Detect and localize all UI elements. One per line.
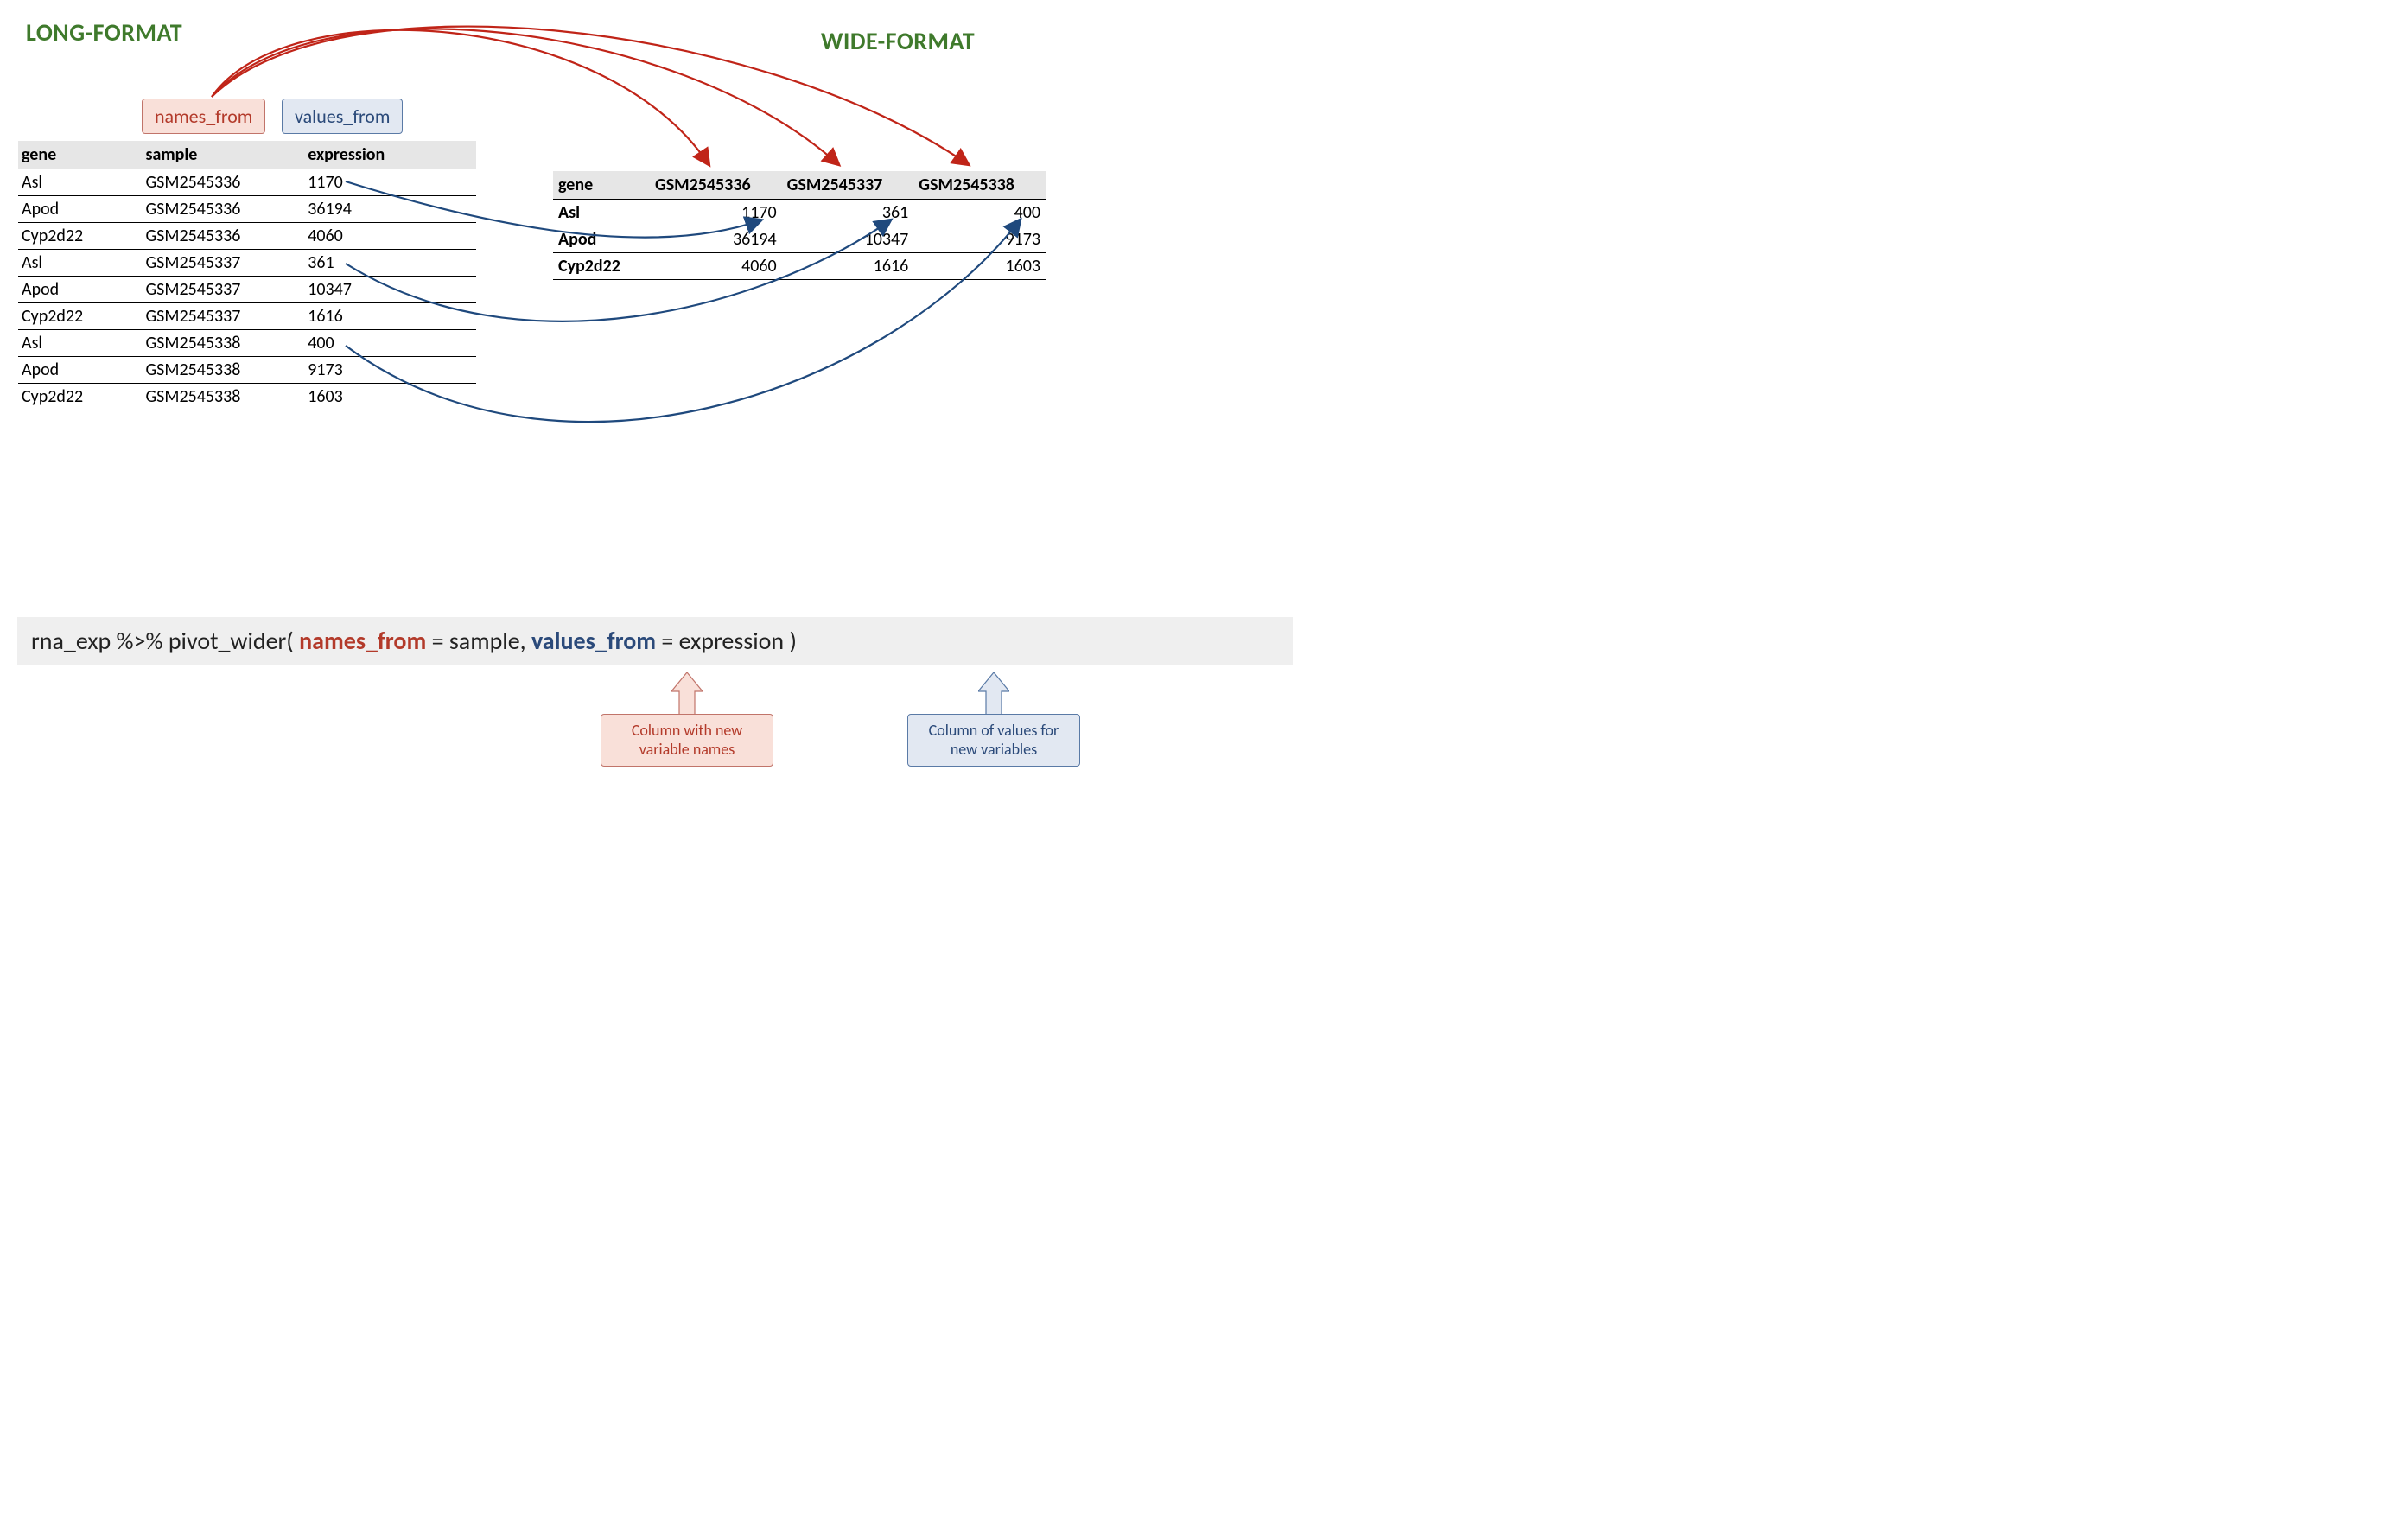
table-row: AslGSM25453361170: [18, 169, 476, 196]
code-bar: rna_exp %>% pivot_wider( names_from = sa…: [17, 617, 1293, 665]
table-row: Apod36194103479173: [553, 226, 1046, 253]
callout-names-from: Column with new variable names: [601, 714, 773, 767]
code-part1: rna_exp %>% pivot_wider(: [31, 626, 299, 656]
callout-values-from: Column of values for new variables: [907, 714, 1080, 767]
long-header-expression: expression: [304, 141, 476, 169]
code-part3: = expression ): [656, 626, 797, 656]
table-row: ApodGSM25453389173: [18, 357, 476, 384]
table-row: ApodGSM254533710347: [18, 277, 476, 303]
up-arrow-icon: [671, 672, 703, 716]
table-row: AslGSM2545338400: [18, 330, 476, 357]
up-arrow-icon: [978, 672, 1009, 716]
wide-header-col3: GSM2545338: [913, 171, 1046, 200]
wide-header-gene: gene: [553, 171, 650, 200]
table-row: AslGSM2545337361: [18, 250, 476, 277]
long-format-table: gene sample expression AslGSM25453361170…: [18, 141, 476, 410]
heading-wide-format: WIDE-FORMAT: [821, 26, 975, 56]
table-row: Cyp2d22GSM25453371616: [18, 303, 476, 330]
long-header-gene: gene: [18, 141, 143, 169]
badge-values-from: values_from: [282, 99, 403, 134]
diagram-canvas: LONG-FORMAT WIDE-FORMAT names_from value…: [0, 0, 1327, 850]
code-names-from: names_from: [299, 626, 426, 656]
table-row: ApodGSM254533636194: [18, 196, 476, 223]
badge-names-from: names_from: [142, 99, 265, 134]
table-row: Asl1170361400: [553, 200, 1046, 226]
table-row: Cyp2d22GSM25453381603: [18, 384, 476, 410]
wide-format-table: gene GSM2545336 GSM2545337 GSM2545338 As…: [553, 171, 1046, 280]
code-values-from: values_from: [531, 626, 656, 656]
heading-long-format: LONG-FORMAT: [26, 17, 182, 48]
table-row: Cyp2d22406016161603: [553, 253, 1046, 280]
table-row: Cyp2d22GSM25453364060: [18, 223, 476, 250]
wide-header-col1: GSM2545336: [650, 171, 782, 200]
long-header-sample: sample: [143, 141, 305, 169]
wide-header-col2: GSM2545337: [782, 171, 914, 200]
code-part2: = sample,: [426, 626, 531, 656]
